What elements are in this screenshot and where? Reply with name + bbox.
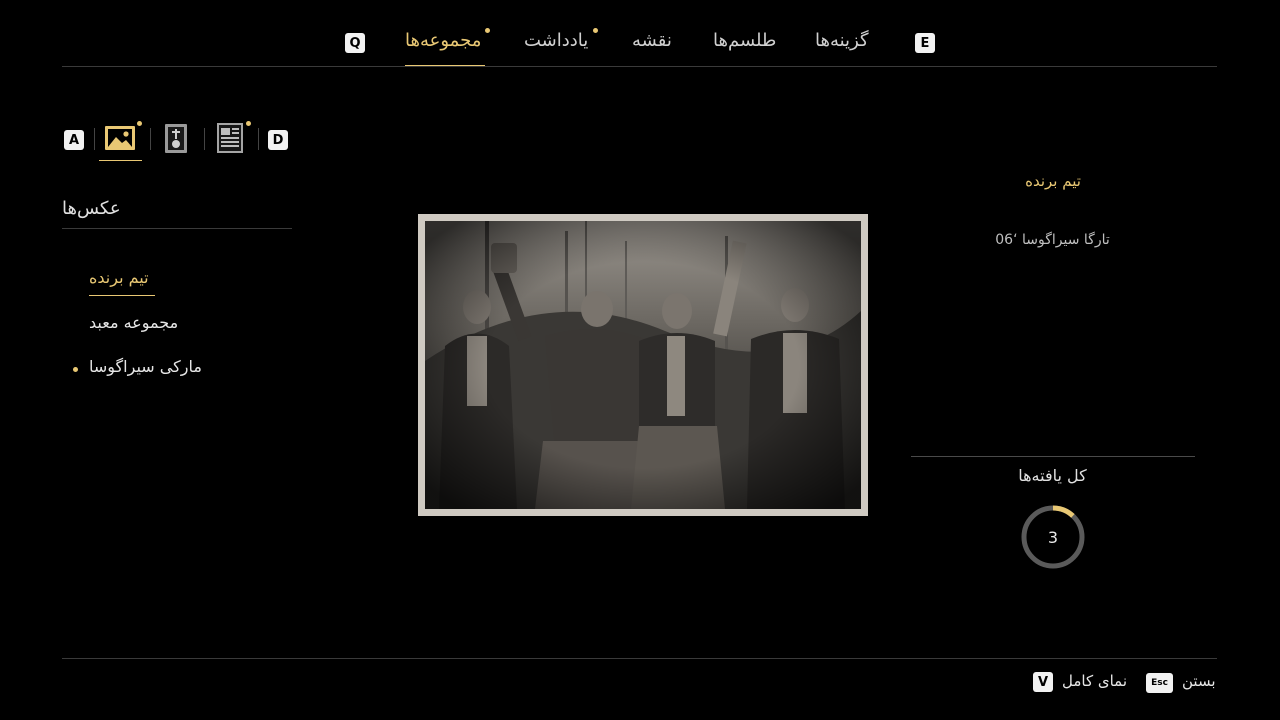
key-d-icon[interactable]: D — [268, 130, 288, 150]
photos-new-dot — [137, 121, 142, 126]
document-icon[interactable] — [214, 122, 246, 154]
total-found-count: 3 — [1047, 527, 1059, 547]
key-esc-icon[interactable]: Esc — [1146, 673, 1173, 693]
list-item-winning-team[interactable]: تیم برنده — [89, 268, 149, 287]
detail-divider — [911, 456, 1195, 457]
total-found-label: کل یافته‌ها — [1018, 466, 1087, 485]
winning-team-photo — [425, 221, 861, 509]
list-item-new-dot — [73, 367, 78, 372]
detail-subtitle: تارگا سیراگوسا ‘06 — [995, 232, 1110, 248]
key-q-icon[interactable]: Q — [345, 33, 365, 53]
tab-charms[interactable]: طلسم‌ها — [713, 30, 776, 51]
photo-icon[interactable] — [104, 122, 136, 154]
section-divider — [62, 228, 292, 229]
key-a-icon[interactable]: A — [64, 130, 84, 150]
photo-frame — [418, 214, 868, 516]
detail-title: تیم برنده — [1025, 172, 1081, 190]
tab-notes-new-dot — [593, 28, 598, 33]
photos-underline — [99, 160, 142, 161]
category-separator — [94, 128, 95, 150]
list-item-temple-collection[interactable]: مجموعه معبد — [89, 313, 178, 332]
tab-map[interactable]: نقشه — [632, 30, 672, 51]
key-e-icon[interactable]: E — [915, 33, 935, 53]
documents-new-dot — [246, 121, 251, 126]
footer-divider — [62, 658, 1217, 659]
category-separator — [150, 128, 151, 150]
tab-options[interactable]: گزینه‌ها — [815, 30, 869, 51]
category-separator — [204, 128, 205, 150]
list-item-siracusa-mark[interactable]: مارکی سیراگوسا — [89, 357, 202, 376]
tab-notes[interactable]: یادداشت — [524, 30, 588, 51]
close-label[interactable]: بستن — [1182, 672, 1216, 690]
list-item-underline — [89, 295, 155, 296]
category-separator — [258, 128, 259, 150]
full-view-label[interactable]: نمای کامل — [1062, 672, 1127, 690]
tab-collections-new-dot — [485, 28, 490, 33]
nav-divider — [62, 66, 1217, 67]
shrine-icon[interactable] — [160, 122, 192, 154]
tab-collections[interactable]: مجموعه‌ها — [405, 30, 481, 51]
key-v-icon[interactable]: V — [1033, 672, 1053, 692]
section-title: عکس‌ها — [62, 198, 121, 219]
